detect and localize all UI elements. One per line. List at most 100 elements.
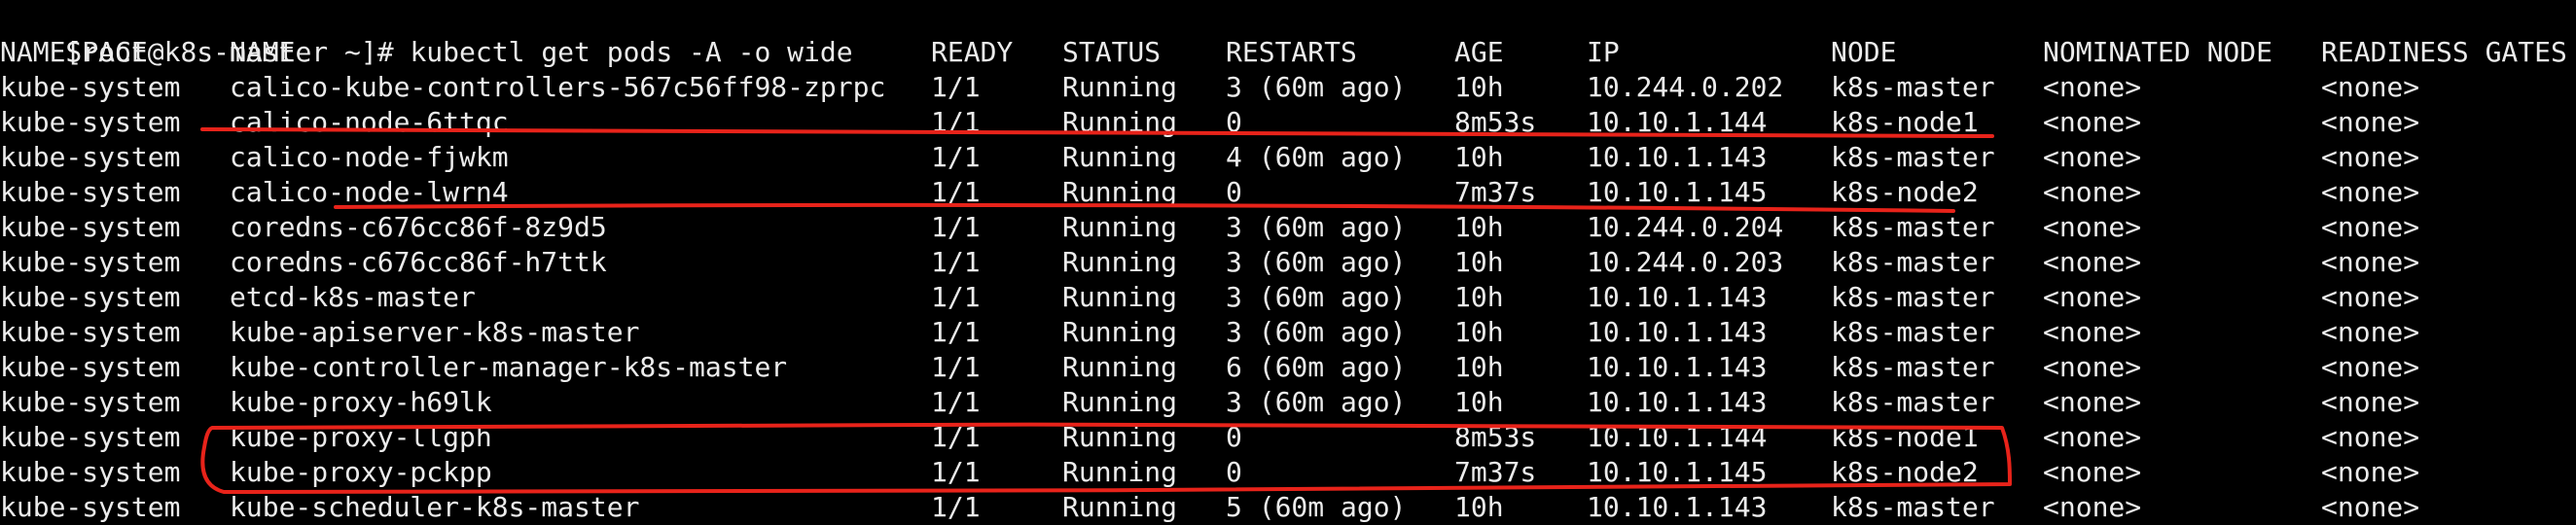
cell-restarts: 3 (60m ago) xyxy=(1226,281,1407,313)
cell-readiness-gates: <none> xyxy=(2321,351,2420,383)
header-restarts: RESTARTS xyxy=(1226,36,1357,68)
cell-age: 8m53s xyxy=(1454,421,1537,453)
cell-ready: 1/1 xyxy=(931,176,981,208)
cell-restarts: 3 (60m ago) xyxy=(1226,246,1407,278)
cell-node: k8s-master xyxy=(1831,386,1995,418)
cell-ip: 10.244.0.204 xyxy=(1587,211,1784,243)
cell-pod-name: coredns-c676cc86f-h7ttk xyxy=(230,246,607,278)
cell-restarts: 5 (60m ago) xyxy=(1226,491,1407,523)
cell-age: 10h xyxy=(1454,71,1504,103)
cell-status: Running xyxy=(1062,491,1178,523)
cell-age: 7m37s xyxy=(1454,176,1537,208)
cell-nominated-node: <none> xyxy=(2043,246,2142,278)
cell-status: Running xyxy=(1062,421,1178,453)
cell-namespace: kube-system xyxy=(0,421,181,453)
cell-namespace: kube-system xyxy=(0,456,181,488)
cell-node: k8s-master xyxy=(1831,351,1995,383)
cell-age: 10h xyxy=(1454,491,1504,523)
cell-pod-name: kube-proxy-h69lk xyxy=(230,386,492,418)
cell-readiness-gates: <none> xyxy=(2321,456,2420,488)
cell-age: 10h xyxy=(1454,211,1504,243)
cell-pod-name: kube-controller-manager-k8s-master xyxy=(230,351,788,383)
cell-age: 8m53s xyxy=(1454,106,1537,138)
cell-readiness-gates: <none> xyxy=(2321,106,2420,138)
cell-pod-name: kube-proxy-llgph xyxy=(230,421,492,453)
cell-restarts: 6 (60m ago) xyxy=(1226,351,1407,383)
cell-pod-name: calico-node-fjwkm xyxy=(230,141,509,173)
cell-nominated-node: <none> xyxy=(2043,176,2142,208)
cell-ip: 10.10.1.143 xyxy=(1587,141,1768,173)
cell-namespace: kube-system xyxy=(0,71,181,103)
cell-ready: 1/1 xyxy=(931,456,981,488)
cell-readiness-gates: <none> xyxy=(2321,316,2420,348)
cell-status: Running xyxy=(1062,106,1178,138)
cell-restarts: 3 (60m ago) xyxy=(1226,316,1407,348)
cell-age: 10h xyxy=(1454,246,1504,278)
cell-ready: 1/1 xyxy=(931,421,981,453)
header-ip: IP xyxy=(1587,36,1620,68)
cell-age: 10h xyxy=(1454,351,1504,383)
cell-readiness-gates: <none> xyxy=(2321,71,2420,103)
cell-ready: 1/1 xyxy=(931,491,981,523)
cell-restarts: 0 xyxy=(1226,456,1242,488)
cell-nominated-node: <none> xyxy=(2043,456,2142,488)
cell-nominated-node: <none> xyxy=(2043,316,2142,348)
cell-status: Running xyxy=(1062,176,1178,208)
cell-readiness-gates: <none> xyxy=(2321,386,2420,418)
cell-node: k8s-master xyxy=(1831,491,1995,523)
cell-nominated-node: <none> xyxy=(2043,491,2142,523)
cell-pod-name: calico-kube-controllers-567c56ff98-zprpc xyxy=(230,71,886,103)
cell-ready: 1/1 xyxy=(931,71,981,103)
cell-age: 10h xyxy=(1454,386,1504,418)
cell-ip: 10.244.0.202 xyxy=(1587,71,1784,103)
cell-pod-name: calico-node-lwrn4 xyxy=(230,176,509,208)
cell-namespace: kube-system xyxy=(0,211,181,243)
cell-ready: 1/1 xyxy=(931,211,981,243)
cell-status: Running xyxy=(1062,456,1178,488)
cell-age: 7m37s xyxy=(1454,456,1537,488)
cell-status: Running xyxy=(1062,71,1178,103)
cell-node: k8s-node2 xyxy=(1831,456,1979,488)
cell-namespace: kube-system xyxy=(0,316,181,348)
cell-restarts: 3 (60m ago) xyxy=(1226,71,1407,103)
command-line: [root@k8s-master ~]# kubectl get pods -A… xyxy=(0,0,852,68)
cell-namespace: kube-system xyxy=(0,106,181,138)
cell-ip: 10.10.1.144 xyxy=(1587,106,1768,138)
cell-ip: 10.10.1.143 xyxy=(1587,491,1768,523)
cell-pod-name: kube-apiserver-k8s-master xyxy=(230,316,640,348)
cell-ip: 10.10.1.143 xyxy=(1587,386,1768,418)
cell-age: 10h xyxy=(1454,316,1504,348)
cell-nominated-node: <none> xyxy=(2043,386,2142,418)
cell-ip: 10.10.1.145 xyxy=(1587,176,1768,208)
header-readiness-gates: READINESS GATES xyxy=(2321,36,2567,68)
cell-namespace: kube-system xyxy=(0,246,181,278)
cell-ready: 1/1 xyxy=(931,281,981,313)
cell-restarts: 3 (60m ago) xyxy=(1226,211,1407,243)
cell-ready: 1/1 xyxy=(931,351,981,383)
cell-readiness-gates: <none> xyxy=(2321,246,2420,278)
cell-namespace: kube-system xyxy=(0,491,181,523)
header-namespace: NAMESPACE xyxy=(0,36,148,68)
cell-ready: 1/1 xyxy=(931,246,981,278)
header-node: NODE xyxy=(1831,36,1897,68)
cell-namespace: kube-system xyxy=(0,141,181,173)
cell-nominated-node: <none> xyxy=(2043,71,2142,103)
cell-ready: 1/1 xyxy=(931,386,981,418)
cell-status: Running xyxy=(1062,386,1178,418)
cell-status: Running xyxy=(1062,351,1178,383)
cell-ip: 10.10.1.143 xyxy=(1587,281,1768,313)
cell-readiness-gates: <none> xyxy=(2321,176,2420,208)
cell-restarts: 4 (60m ago) xyxy=(1226,141,1407,173)
cell-nominated-node: <none> xyxy=(2043,421,2142,453)
cell-node: k8s-master xyxy=(1831,141,1995,173)
terminal-window[interactable]: [root@k8s-master ~]# kubectl get pods -A… xyxy=(0,0,2576,525)
cell-pod-name: kube-scheduler-k8s-master xyxy=(230,491,640,523)
cell-namespace: kube-system xyxy=(0,176,181,208)
cell-node: k8s-master xyxy=(1831,211,1995,243)
header-status: STATUS xyxy=(1062,36,1162,68)
cell-namespace: kube-system xyxy=(0,281,181,313)
cell-readiness-gates: <none> xyxy=(2321,141,2420,173)
table-header: NAMESPACE NAME READY STATUS RESTARTS AGE… xyxy=(0,35,2567,70)
cell-pod-name: etcd-k8s-master xyxy=(230,281,476,313)
cell-nominated-node: <none> xyxy=(2043,141,2142,173)
